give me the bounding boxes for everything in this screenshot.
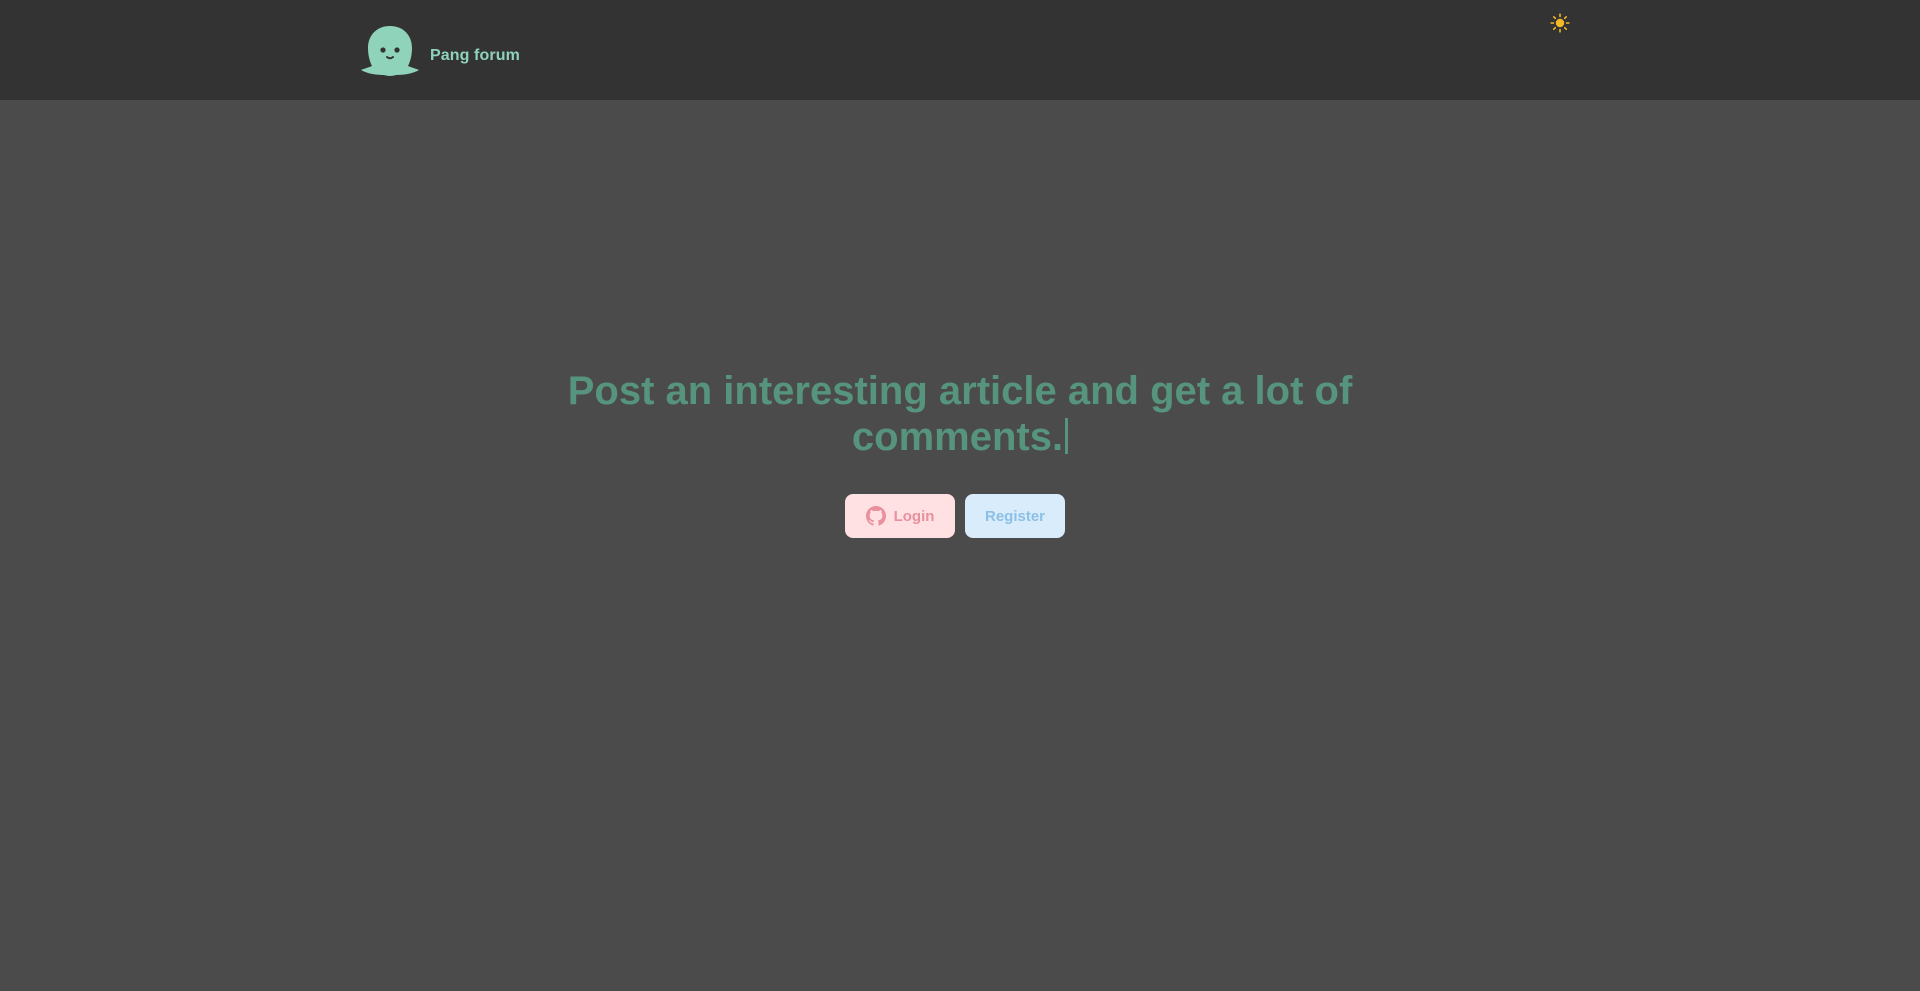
github-icon	[865, 506, 886, 526]
sun-icon	[1550, 13, 1570, 33]
ghost-face-logo-icon	[361, 26, 419, 76]
hero-title: Post an interesting article and get a lo…	[560, 368, 1360, 460]
login-label: Login	[893, 507, 935, 525]
register-label: Register	[984, 507, 1046, 525]
hero-section: Post an interesting article and get a lo…	[0, 368, 1920, 460]
register-button[interactable]: Register	[965, 494, 1065, 538]
brand-home-link[interactable]: Pang forum	[358, 24, 520, 76]
brand-name: Pang forum	[430, 47, 520, 64]
top-navbar: Pang forum	[0, 0, 1920, 100]
theme-toggle-button[interactable]	[1548, 11, 1572, 35]
typing-cursor	[1065, 418, 1069, 454]
hero-title-text: Post an interesting article and get a lo…	[567, 369, 1353, 459]
login-button[interactable]: Login	[845, 494, 955, 538]
auth-actions: Login Register	[845, 494, 1065, 538]
